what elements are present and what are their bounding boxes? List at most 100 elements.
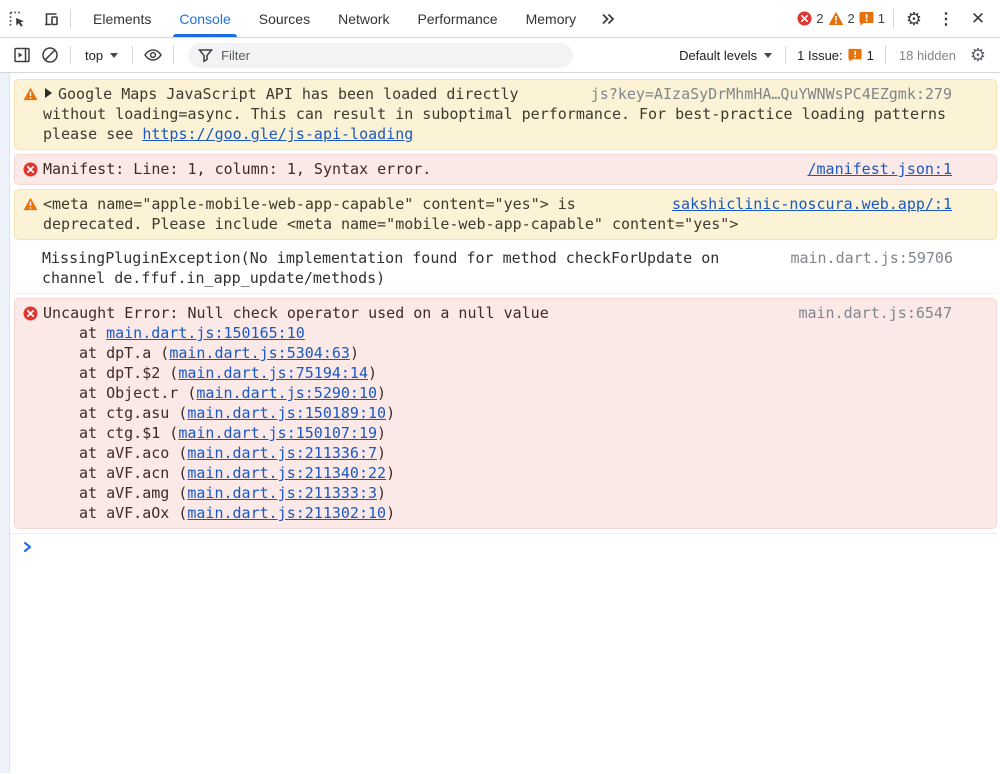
- stack-source-link[interactable]: main.dart.js:211340:22: [187, 464, 386, 482]
- console-warning-meta: sakshiclinic-noscura.web.app/:1 <meta na…: [14, 189, 997, 240]
- issues-counter[interactable]: 1: [859, 11, 885, 26]
- message-link[interactable]: https://goo.gle/js-api-loading: [142, 125, 413, 143]
- message-source-link[interactable]: sakshiclinic-noscura.web.app/:1: [672, 194, 952, 214]
- devtools-menu-button[interactable]: ⋮: [930, 0, 962, 37]
- warning-icon: [23, 84, 43, 144]
- stack-frame: at dpT.a (main.dart.js:5304:63): [79, 344, 359, 362]
- warning-icon: [23, 194, 43, 234]
- error-icon: [797, 11, 812, 26]
- panel-tabs: Elements Console Sources Network Perform…: [79, 0, 590, 37]
- console-prompt[interactable]: [10, 533, 997, 559]
- close-devtools-button[interactable]: ✕: [962, 0, 994, 37]
- stack-source-link[interactable]: main.dart.js:211336:7: [187, 444, 377, 462]
- filter-funnel-icon: [198, 48, 214, 63]
- issues-icon: [859, 11, 874, 26]
- stack-frame: at ctg.asu (main.dart.js:150189:10): [79, 404, 396, 422]
- console-toolbar-right: Default levels 1 Issue: 1 18 hidden ⚙: [671, 42, 992, 68]
- kebab-menu-icon: ⋮: [938, 10, 954, 28]
- error-count: 2: [816, 11, 824, 26]
- console-filter[interactable]: [188, 42, 574, 68]
- issues-icon: [848, 48, 862, 62]
- message-text: MissingPluginException(No implementation…: [42, 249, 720, 287]
- chevron-down-icon: [764, 53, 773, 58]
- block-icon: [41, 46, 59, 64]
- issues-link[interactable]: 1 Issue: 1: [791, 48, 880, 63]
- tab-elements[interactable]: Elements: [79, 0, 165, 37]
- context-selector[interactable]: top: [77, 45, 126, 66]
- tab-memory[interactable]: Memory: [512, 0, 591, 37]
- console-left-gutter: [0, 73, 10, 773]
- message-text: Uncaught Error: Null check operator used…: [43, 304, 549, 322]
- devtools-settings-button[interactable]: ⚙: [898, 0, 930, 37]
- inspect-element-button[interactable]: [0, 0, 34, 37]
- message-source[interactable]: main.dart.js:6547: [798, 303, 952, 323]
- stack-frame: at Object.r (main.dart.js:5290:10): [79, 384, 387, 402]
- stack-source-link[interactable]: main.dart.js:211302:10: [187, 504, 386, 522]
- message-body: /manifest.json:1 Manifest: Line: 1, colu…: [43, 159, 988, 179]
- stack-trace: at main.dart.js:150165:10 at dpT.a (main.…: [79, 323, 988, 523]
- log-levels-selector[interactable]: Default levels: [671, 45, 780, 66]
- issues-count: 1: [877, 11, 885, 26]
- stack-frame: at aVF.amg (main.dart.js:211333:3): [79, 484, 387, 502]
- stack-source-link[interactable]: main.dart.js:150189:10: [187, 404, 386, 422]
- tab-performance[interactable]: Performance: [403, 0, 511, 37]
- stack-source-link[interactable]: main.dart.js:150107:19: [178, 424, 377, 442]
- message-source[interactable]: main.dart.js:59706: [790, 248, 953, 268]
- console-warning-maps: js?key=AIzaSyDrMhmHA…QuYWNWsPC4EZgmk:279…: [14, 79, 997, 150]
- stack-source-link[interactable]: main.dart.js:5304:63: [169, 344, 350, 362]
- gear-icon: ⚙: [969, 45, 987, 65]
- tab-console[interactable]: Console: [165, 0, 244, 37]
- toggle-device-toolbar-button[interactable]: [34, 0, 68, 37]
- tab-sources[interactable]: Sources: [245, 0, 324, 37]
- stack-frame: at aVF.aco (main.dart.js:211336:7): [79, 444, 387, 462]
- live-expression-button[interactable]: [139, 42, 167, 68]
- stack-source-link[interactable]: main.dart.js:75194:14: [178, 364, 368, 382]
- stack-source-link[interactable]: main.dart.js:5290:10: [196, 384, 377, 402]
- separator: [173, 46, 175, 64]
- separator: [70, 9, 71, 28]
- error-icon: [23, 303, 43, 523]
- inspect-icon: [7, 9, 27, 29]
- message-icon-spacer: [22, 248, 42, 288]
- filter-input[interactable]: [221, 47, 564, 63]
- double-chevron-icon: [600, 12, 616, 26]
- error-counter[interactable]: 2: [797, 11, 824, 26]
- console-sidebar-toggle-button[interactable]: [8, 42, 36, 68]
- warning-count: 2: [847, 11, 855, 26]
- devtools-tabbar: Elements Console Sources Network Perform…: [0, 0, 1000, 38]
- eye-icon: [143, 47, 163, 63]
- stack-frame: at dpT.$2 (main.dart.js:75194:14): [79, 364, 378, 382]
- issues-link-count: 1: [866, 47, 874, 63]
- sidebar-panel-icon: [13, 46, 31, 64]
- error-icon: [23, 159, 43, 179]
- hidden-messages-label[interactable]: 18 hidden: [891, 48, 964, 63]
- stack-source-link[interactable]: main.dart.js:211333:3: [187, 484, 377, 502]
- console-error-uncaught: main.dart.js:6547 Uncaught Error: Null c…: [14, 298, 997, 529]
- clear-console-button[interactable]: [36, 42, 64, 68]
- expand-triangle-icon[interactable]: [45, 88, 52, 98]
- tabbar-right-controls: 2 2 1 ⚙ ⋮ ✕: [797, 0, 1000, 37]
- message-source-link[interactable]: /manifest.json:1: [808, 159, 953, 179]
- separator: [884, 46, 886, 64]
- console-settings-button[interactable]: ⚙: [964, 42, 992, 68]
- message-body: main.dart.js:6547 Uncaught Error: Null c…: [43, 303, 988, 523]
- message-body: js?key=AIzaSyDrMhmHA…QuYWNWsPC4EZgmk:279…: [43, 84, 988, 144]
- message-source[interactable]: js?key=AIzaSyDrMhmHA…QuYWNWsPC4EZgmk:279: [591, 84, 952, 104]
- tab-network[interactable]: Network: [324, 0, 403, 37]
- message-body: main.dart.js:59706 MissingPluginExceptio…: [42, 248, 989, 288]
- console-panel: js?key=AIzaSyDrMhmHA…QuYWNWsPC4EZgmk:279…: [0, 73, 1000, 773]
- console-message-list: js?key=AIzaSyDrMhmHA…QuYWNWsPC4EZgmk:279…: [10, 73, 1000, 773]
- gear-icon: ⚙: [905, 8, 923, 29]
- message-body: sakshiclinic-noscura.web.app/:1 <meta na…: [43, 194, 988, 234]
- more-tabs-button[interactable]: [590, 0, 626, 37]
- chevron-down-icon: [110, 53, 119, 58]
- stack-source-link[interactable]: main.dart.js:150165:10: [106, 324, 305, 342]
- stack-frame: at aVF.aOx (main.dart.js:211302:10): [79, 504, 396, 522]
- message-text: <meta name="apple-mobile-web-app-capable…: [43, 195, 739, 233]
- issues-link-label: 1 Issue:: [797, 47, 843, 63]
- message-text: Manifest: Line: 1, column: 1, Syntax err…: [43, 160, 432, 178]
- stack-frame: at ctg.$1 (main.dart.js:150107:19): [79, 424, 387, 442]
- warning-icon: [828, 11, 844, 26]
- warning-counter[interactable]: 2: [828, 11, 855, 26]
- device-toolbar-icon: [41, 9, 61, 29]
